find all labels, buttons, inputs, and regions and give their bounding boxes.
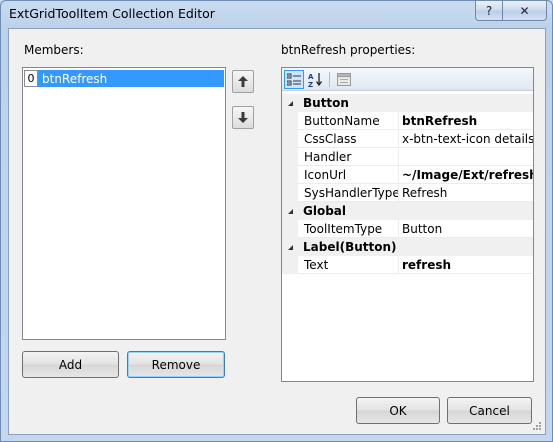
category-row[interactable]: Global <box>282 202 533 220</box>
property-row[interactable]: ToolItemType Button <box>282 220 533 238</box>
property-value[interactable]: ~/Image/Ext/refresh.g <box>399 166 533 184</box>
arrow-down-icon <box>238 112 248 123</box>
property-value[interactable]: x-btn-text-icon details <box>399 130 533 148</box>
property-row[interactable]: IconUrl ~/Image/Ext/refresh.g <box>282 166 533 184</box>
property-value[interactable]: btnRefresh <box>399 112 533 130</box>
resize-grip-icon[interactable] <box>532 421 542 431</box>
category-row[interactable]: Label(Button) <box>282 238 533 256</box>
svg-text:Z: Z <box>308 81 313 87</box>
move-down-button[interactable] <box>232 106 254 129</box>
row-gutter <box>282 184 298 202</box>
close-icon: ✕ <box>519 3 530 18</box>
property-name: Handler <box>298 148 399 166</box>
dialog-client-area: Members: btnRefresh properties: 0 btnRef… <box>8 28 546 435</box>
members-label: Members: <box>24 43 84 57</box>
property-grid[interactable]: A Z Button ButtonName btnRefresh CssClas… <box>281 67 534 382</box>
add-button[interactable]: Add <box>22 351 119 378</box>
property-rows: Button ButtonName btnRefresh CssClass x-… <box>282 94 533 274</box>
member-index: 0 <box>24 70 38 87</box>
move-up-button[interactable] <box>232 70 254 93</box>
collapse-triangle-icon[interactable] <box>282 94 298 112</box>
row-gutter <box>282 148 298 166</box>
property-name: CssClass <box>298 130 399 148</box>
alphabetical-button[interactable]: A Z <box>306 70 326 89</box>
row-gutter <box>282 256 298 274</box>
svg-text:A: A <box>308 73 314 81</box>
members-list[interactable]: 0 btnRefresh <box>22 67 226 340</box>
property-row[interactable]: Text refresh <box>282 256 533 274</box>
list-item[interactable]: 0 btnRefresh <box>24 70 224 87</box>
property-name: ToolItemType <box>298 220 399 238</box>
categorized-icon <box>287 73 301 85</box>
property-grid-toolbar: A Z <box>282 68 533 91</box>
ok-button[interactable]: OK <box>356 397 440 424</box>
property-value[interactable]: Refresh <box>399 184 533 202</box>
toolbar-separator <box>329 72 330 87</box>
help-button[interactable]: ? <box>475 1 503 21</box>
property-name: ButtonName <box>298 112 399 130</box>
property-name: IconUrl <box>298 166 399 184</box>
property-row[interactable]: ButtonName btnRefresh <box>282 112 533 130</box>
property-row[interactable]: SysHandlerType Refresh <box>282 184 533 202</box>
alphabetical-icon: A Z <box>308 73 323 87</box>
property-value[interactable] <box>399 148 533 166</box>
property-name: SysHandlerType <box>298 184 399 202</box>
help-icon: ? <box>485 3 493 18</box>
property-value[interactable]: Button <box>399 220 533 238</box>
row-gutter <box>282 112 298 130</box>
collapse-triangle-icon[interactable] <box>282 202 298 220</box>
category-name: Label(Button) <box>298 238 533 256</box>
dialog-window: ExtGridToolItem Collection Editor ? ✕ Me… <box>0 0 553 442</box>
row-gutter <box>282 166 298 184</box>
close-button[interactable]: ✕ <box>503 1 547 21</box>
arrow-up-icon <box>238 76 248 87</box>
window-title: ExtGridToolItem Collection Editor <box>9 6 215 21</box>
property-value[interactable]: refresh <box>399 256 533 274</box>
category-name: Global <box>298 202 533 220</box>
property-pages-button[interactable] <box>334 70 354 89</box>
category-name: Button <box>298 94 533 112</box>
row-gutter <box>282 130 298 148</box>
property-pages-icon <box>337 73 351 86</box>
properties-label: btnRefresh properties: <box>281 43 416 57</box>
property-row[interactable]: CssClass x-btn-text-icon details <box>282 130 533 148</box>
property-row[interactable]: Handler <box>282 148 533 166</box>
property-name: Text <box>298 256 399 274</box>
remove-button[interactable]: Remove <box>127 351 225 378</box>
collapse-triangle-icon[interactable] <box>282 238 298 256</box>
category-row[interactable]: Button <box>282 94 533 112</box>
member-name: btnRefresh <box>38 70 224 87</box>
cancel-button[interactable]: Cancel <box>447 397 532 424</box>
categorized-button[interactable] <box>284 70 304 89</box>
row-gutter <box>282 220 298 238</box>
